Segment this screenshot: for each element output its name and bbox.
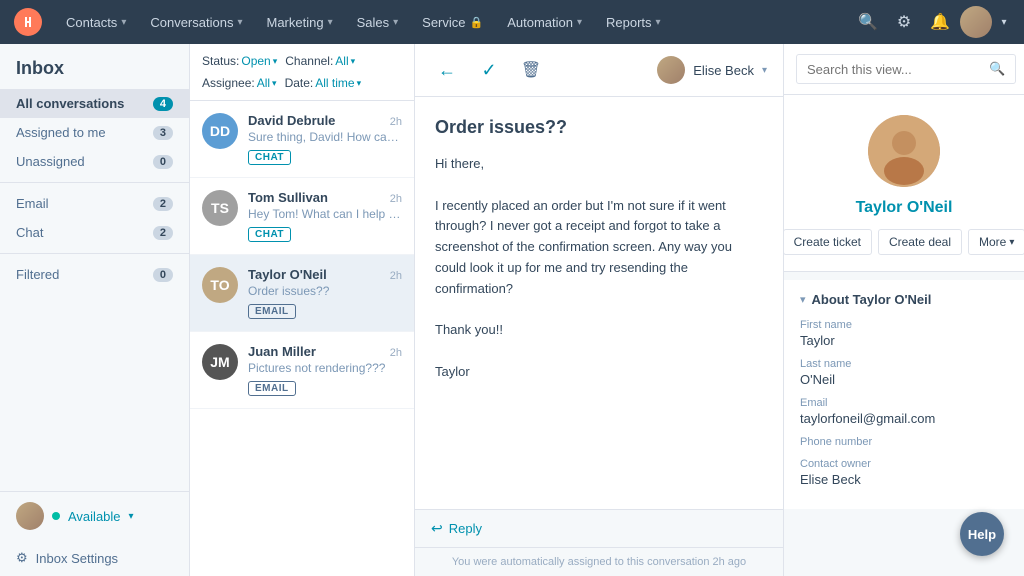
inbox-settings-link[interactable]: ⚙ Inbox Settings: [0, 540, 189, 576]
available-dot: [52, 512, 60, 520]
help-button[interactable]: Help: [960, 512, 1004, 556]
availability-toggle[interactable]: Available ▾: [0, 492, 189, 540]
hubspot-logo[interactable]: [12, 6, 44, 38]
contact-name: Taylor O'Neil: [856, 199, 953, 217]
search-box[interactable]: 🔍: [796, 54, 1016, 84]
about-section: ▾ About Taylor O'Neil First name Taylor …: [784, 280, 1024, 509]
sidebar-bottom: Available ▾ ⚙ Inbox Settings: [0, 491, 189, 576]
reply-button[interactable]: ↩ Reply: [431, 520, 767, 537]
contact-assignee[interactable]: Elise Beck ▾: [657, 56, 767, 84]
nav-reports[interactable]: Reports ▾: [596, 9, 671, 36]
create-deal-button[interactable]: Create deal: [878, 229, 962, 255]
sidebar-item-assigned-to-me[interactable]: Assigned to me 3: [0, 118, 189, 147]
avatar: TO: [202, 267, 238, 303]
main-layout: Inbox All conversations 4 Assigned to me…: [0, 44, 1024, 576]
sidebar-item-chat[interactable]: Chat 2: [0, 218, 189, 247]
right-panel: 🔍 Taylor O'Neil Create ticket Create dea…: [784, 44, 1024, 576]
filter-arrow: ▾: [273, 56, 278, 67]
available-arrow: ▾: [129, 511, 134, 522]
sidebar-divider: [0, 182, 189, 183]
more-button[interactable]: More ▾: [968, 229, 1024, 255]
create-ticket-button[interactable]: Create ticket: [784, 229, 872, 255]
chevron-down-icon: ▾: [577, 17, 582, 28]
nav-icons: 🔍 ⚙ 🔔 ▾: [852, 6, 1012, 38]
contact-actions: Create ticket Create deal More ▾: [784, 229, 1024, 255]
nav-service[interactable]: Service 🔒: [412, 9, 493, 36]
search-input[interactable]: [807, 62, 983, 77]
filter-arrow: ▾: [272, 78, 277, 89]
conversation-body: Order issues?? Hi there, I recently plac…: [415, 97, 783, 509]
sidebar-divider-2: [0, 253, 189, 254]
conversation-item[interactable]: TO Taylor O'Neil 2h Order issues?? EMAIL: [190, 255, 414, 332]
sidebar-item-filtered[interactable]: Filtered 0: [0, 260, 189, 289]
date-filter[interactable]: Date: All time ▾: [285, 76, 362, 90]
conversation-item[interactable]: JM Juan Miller 2h Pictures not rendering…: [190, 332, 414, 409]
delete-button[interactable]: 🗑: [515, 54, 547, 86]
contact-arrow: ▾: [762, 65, 767, 76]
nav-automation[interactable]: Automation ▾: [497, 9, 592, 36]
conversation-filters: Status: Open ▾ Channel: All ▾ Assignee: …: [190, 44, 414, 101]
sidebar-item-email[interactable]: Email 2: [0, 189, 189, 218]
conversation-subject: Order issues??: [435, 117, 763, 138]
chevron-down-icon: ▾: [328, 17, 333, 28]
chevron-down-icon: ▾: [656, 17, 661, 28]
back-button[interactable]: ←: [431, 54, 463, 86]
lock-icon: 🔒: [470, 16, 484, 29]
chevron-down-icon: ▾: [393, 17, 398, 28]
conversation-item[interactable]: DD David Debrule 2h Sure thing, David! H…: [190, 101, 414, 178]
about-header[interactable]: ▾ About Taylor O'Neil: [800, 292, 1008, 307]
status-filter[interactable]: Status: Open ▾: [202, 54, 277, 68]
check-button[interactable]: ✓: [473, 54, 505, 86]
filter-arrow: ▾: [351, 56, 356, 67]
top-nav: Contacts ▾ Conversations ▾ Marketing ▾ S…: [0, 0, 1024, 44]
assignee-filter[interactable]: Assignee: All ▾: [202, 76, 277, 90]
filter-arrow: ▾: [357, 78, 362, 89]
field-last-name: Last name O'Neil: [800, 358, 1008, 387]
contact-avatar-large: [868, 115, 940, 187]
channel-filter[interactable]: Channel: All ▾: [285, 54, 355, 68]
user-avatar[interactable]: [960, 6, 992, 38]
contact-profile: Taylor O'Neil Create ticket Create deal …: [784, 95, 1024, 272]
search-area: 🔍: [784, 44, 1024, 95]
notifications-icon[interactable]: 🔔: [924, 6, 956, 38]
chevron-down-icon: ▾: [121, 17, 126, 28]
assignee-avatar: [657, 56, 685, 84]
field-email: Email taylorfoneil@gmail.com: [800, 397, 1008, 426]
settings-gear-icon: ⚙: [16, 550, 28, 566]
search-icon: 🔍: [989, 61, 1005, 77]
reply-area[interactable]: ↩ Reply: [415, 509, 783, 547]
nav-conversations[interactable]: Conversations ▾: [140, 9, 252, 36]
reply-icon: ↩: [431, 520, 443, 537]
conversation-message: Hi there, I recently placed an order but…: [435, 154, 763, 383]
user-small-avatar: [16, 502, 44, 530]
nav-marketing[interactable]: Marketing ▾: [256, 9, 342, 36]
user-menu-arrow[interactable]: ▾: [996, 6, 1012, 38]
conversation-main: ← ✓ 🗑 Elise Beck ▾ Order issues?? Hi the…: [415, 44, 784, 576]
settings-icon[interactable]: ⚙: [888, 6, 920, 38]
auto-assign-notice: You were automatically assigned to this …: [415, 547, 783, 576]
conversation-toolbar: ← ✓ 🗑 Elise Beck ▾: [415, 44, 783, 97]
sidebar-item-all-conversations[interactable]: All conversations 4: [0, 89, 189, 118]
about-chevron-icon: ▾: [800, 293, 806, 306]
conversation-item[interactable]: TS Tom Sullivan 2h Hey Tom! What can I h…: [190, 178, 414, 255]
conversation-list: Status: Open ▾ Channel: All ▾ Assignee: …: [190, 44, 415, 576]
more-arrow: ▾: [1009, 237, 1014, 248]
avatar: JM: [202, 344, 238, 380]
inbox-title: Inbox: [0, 44, 189, 89]
sidebar: Inbox All conversations 4 Assigned to me…: [0, 44, 190, 576]
chevron-down-icon: ▾: [237, 17, 242, 28]
conversation-items: DD David Debrule 2h Sure thing, David! H…: [190, 101, 414, 576]
nav-sales[interactable]: Sales ▾: [347, 9, 409, 36]
avatar: TS: [202, 190, 238, 226]
nav-contacts[interactable]: Contacts ▾: [56, 9, 136, 36]
field-phone: Phone number: [800, 436, 1008, 448]
field-contact-owner: Contact owner Elise Beck: [800, 458, 1008, 487]
search-icon[interactable]: 🔍: [852, 6, 884, 38]
sidebar-item-unassigned[interactable]: Unassigned 0: [0, 147, 189, 176]
avatar: DD: [202, 113, 238, 149]
field-first-name: First name Taylor: [800, 319, 1008, 348]
